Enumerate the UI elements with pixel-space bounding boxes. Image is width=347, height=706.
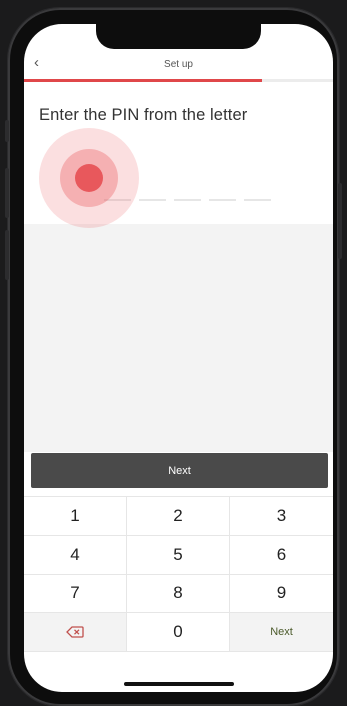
key-7[interactable]: 7 (24, 574, 127, 614)
pin-digit-slot (174, 199, 201, 201)
pin-digit-slot (244, 199, 271, 201)
key-3[interactable]: 3 (230, 497, 333, 536)
key-9[interactable]: 9 (230, 575, 333, 614)
app-screen: ‹ Set up Enter the PIN from the letter N… (24, 24, 333, 692)
key-6[interactable]: 6 (230, 536, 333, 575)
progress-fill (24, 79, 262, 82)
numeric-keypad: 1 2 3 4 5 6 7 8 9 0 Next (24, 496, 333, 652)
pin-prompt: Enter the PIN from the letter (39, 106, 248, 124)
chevron-left-icon[interactable]: ‹ (34, 55, 39, 71)
key-5[interactable]: 5 (127, 535, 230, 575)
pin-digit-slot (139, 199, 166, 201)
side-button (5, 120, 9, 142)
touch-indicator-dot (75, 164, 103, 192)
keypad-next-key[interactable]: Next (230, 613, 333, 652)
notch (96, 24, 261, 49)
side-button (338, 183, 342, 259)
side-button (5, 168, 9, 218)
side-button (5, 230, 9, 280)
key-1[interactable]: 1 (24, 497, 127, 536)
key-0[interactable]: 0 (127, 613, 230, 652)
backspace-icon (66, 626, 84, 638)
pin-digit-slot (209, 199, 236, 201)
home-indicator (124, 682, 234, 686)
progress-bar (24, 79, 333, 82)
key-4[interactable]: 4 (24, 535, 127, 575)
top-nav: ‹ Set up (24, 52, 333, 76)
page-title: Set up (164, 58, 193, 70)
next-button[interactable]: Next (31, 453, 328, 488)
key-8[interactable]: 8 (127, 574, 230, 614)
key-2[interactable]: 2 (127, 497, 230, 536)
delete-key[interactable] (24, 613, 127, 652)
content-area (24, 224, 333, 452)
